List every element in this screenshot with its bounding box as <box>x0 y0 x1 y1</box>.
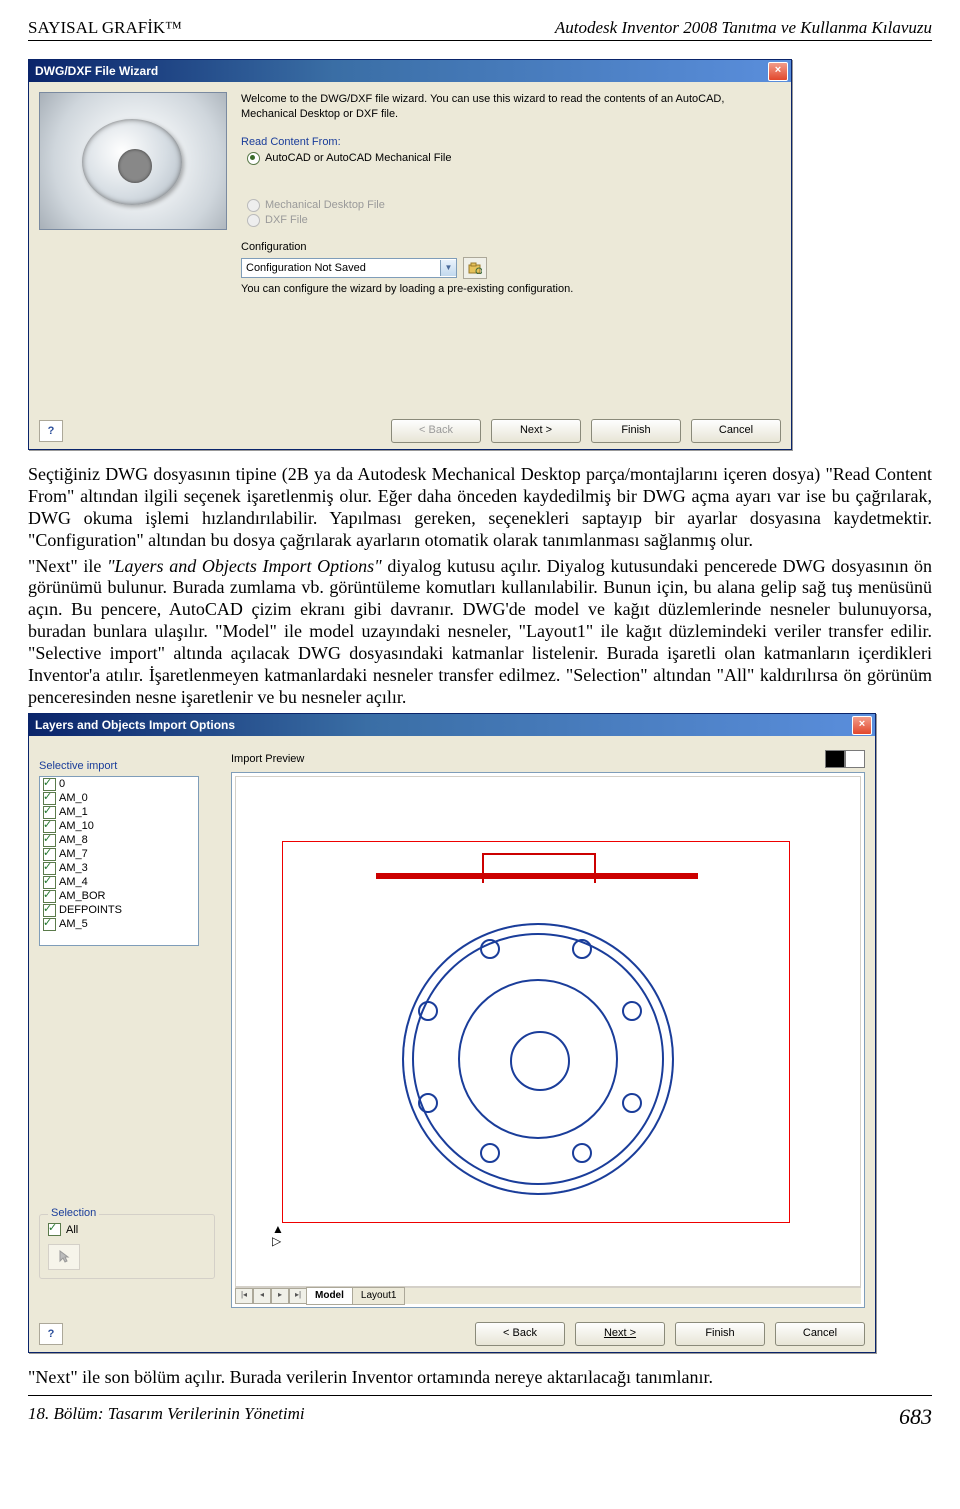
list-item[interactable]: AM_5 <box>40 917 198 931</box>
header-left: SAYISAL GRAFİK™ <box>28 18 182 38</box>
tab-model[interactable]: Model <box>306 1287 353 1305</box>
list-item[interactable]: AM_10 <box>40 819 198 833</box>
tab-last-icon[interactable]: ▸| <box>289 1288 307 1304</box>
footer-page-number: 683 <box>899 1404 932 1430</box>
dialog-title: DWG/DXF File Wizard <box>35 64 158 78</box>
dialog-button-row: ? < Back Next > Finish Cancel <box>29 413 791 449</box>
footer-rule <box>28 1395 932 1396</box>
radio-dxf: DXF File <box>247 214 781 227</box>
swatch-white[interactable] <box>845 750 865 768</box>
layers-import-options-dialog: Layers and Objects Import Options × Sele… <box>28 713 876 1353</box>
dialog-button-row: ? < Back Next > Finish Cancel <box>29 1316 875 1352</box>
back-button: < Back <box>391 419 481 443</box>
rotor-drawing <box>402 923 674 1195</box>
background-toggle[interactable] <box>825 750 865 768</box>
list-item[interactable]: AM_4 <box>40 875 198 889</box>
radio-icon <box>247 214 260 227</box>
back-button[interactable]: < Back <box>475 1322 565 1346</box>
radio-label: Mechanical Desktop File <box>265 199 385 211</box>
cancel-button[interactable]: Cancel <box>775 1322 865 1346</box>
next-button[interactable]: Next > <box>491 419 581 443</box>
page-header: SAYISAL GRAFİK™ Autodesk Inventor 2008 T… <box>28 18 932 38</box>
dwg-file-wizard-dialog: DWG/DXF File Wizard × Welcome to the DWG… <box>28 59 792 450</box>
list-item[interactable]: AM_3 <box>40 861 198 875</box>
selection-group-label: Selection <box>48 1207 99 1219</box>
finish-button[interactable]: Finish <box>591 419 681 443</box>
tab-layout1[interactable]: Layout1 <box>352 1287 406 1305</box>
close-icon[interactable]: × <box>852 716 872 735</box>
help-button[interactable]: ? <box>39 1323 63 1345</box>
list-item[interactable]: AM_7 <box>40 847 198 861</box>
layers-listbox[interactable]: 0 AM_0 AM_1 AM_10 AM_8 AM_7 AM_3 AM_4 AM… <box>39 776 199 946</box>
paragraph-1: Seçtiğiniz DWG dosyasının tipine (2B ya … <box>28 464 932 552</box>
checkbox-icon[interactable] <box>48 1223 61 1236</box>
help-button[interactable]: ? <box>39 420 63 442</box>
radio-icon <box>247 199 260 212</box>
configuration-label: Configuration <box>241 241 781 253</box>
tab-bar: |◂ ◂ ▸ ▸| Model Layout1 <box>235 1287 861 1304</box>
preview-canvas[interactable]: ▲ ▷ <box>235 776 861 1287</box>
left-column: Selective import 0 AM_0 AM_1 AM_10 AM_8 … <box>39 750 215 1308</box>
list-item[interactable]: 0 <box>40 777 198 791</box>
page-footer: 18. Bölüm: Tasarım Verilerinin Yönetimi … <box>28 1404 932 1430</box>
radio-autocad[interactable]: AutoCAD or AutoCAD Mechanical File <box>247 152 781 165</box>
axis-indicator: ▷ <box>272 1234 281 1248</box>
configuration-combo[interactable]: Configuration Not Saved ▼ <box>241 258 457 278</box>
radio-mdt: Mechanical Desktop File <box>247 199 781 212</box>
wizard-intro-text: Welcome to the DWG/DXF file wizard. You … <box>241 92 781 122</box>
selection-group: Selection All <box>39 1214 215 1279</box>
cancel-button[interactable]: Cancel <box>691 419 781 443</box>
configuration-hint: You can configure the wizard by loading … <box>241 283 781 295</box>
swatch-black[interactable] <box>825 750 845 768</box>
list-item[interactable]: AM_8 <box>40 833 198 847</box>
flange-section <box>376 853 698 899</box>
preview-column: Import Preview <box>231 750 865 1308</box>
tab-next-icon[interactable]: ▸ <box>271 1288 289 1304</box>
close-icon[interactable]: × <box>768 62 788 81</box>
tab-first-icon[interactable]: |◂ <box>235 1288 253 1304</box>
browse-button[interactable] <box>463 257 487 279</box>
list-item[interactable]: AM_BOR <box>40 889 198 903</box>
dialog-title: Layers and Objects Import Options <box>35 718 235 732</box>
radio-label: DXF File <box>265 214 308 226</box>
next-button[interactable]: Next > <box>575 1322 665 1346</box>
titlebar[interactable]: Layers and Objects Import Options × <box>29 714 875 736</box>
combo-value: Configuration Not Saved <box>246 262 366 274</box>
preview-thumbnail <box>39 92 227 230</box>
selection-all-checkbox[interactable]: All <box>48 1223 206 1236</box>
selective-import-label: Selective import <box>39 760 215 772</box>
preview-canvas-wrap: ▲ ▷ |◂ ◂ ▸ ▸| Model Layout1 <box>231 772 865 1308</box>
import-preview-label: Import Preview <box>231 753 304 765</box>
header-right: Autodesk Inventor 2008 Tanıtma ve Kullan… <box>555 18 932 38</box>
footer-chapter: 18. Bölüm: Tasarım Verilerinin Yönetimi <box>28 1404 305 1430</box>
checkbox-icon[interactable] <box>43 918 56 931</box>
pick-cursor-button <box>48 1244 80 1270</box>
radio-label: AutoCAD or AutoCAD Mechanical File <box>265 152 451 164</box>
paragraph-2: "Next" ile "Layers and Objects Import Op… <box>28 556 932 710</box>
chevron-down-icon[interactable]: ▼ <box>440 260 456 276</box>
header-rule <box>28 40 932 41</box>
radio-icon <box>247 152 260 165</box>
list-item[interactable]: DEFPOINTS <box>40 903 198 917</box>
titlebar[interactable]: DWG/DXF File Wizard × <box>29 60 791 82</box>
list-item[interactable]: AM_0 <box>40 791 198 805</box>
finish-button[interactable]: Finish <box>675 1322 765 1346</box>
tab-prev-icon[interactable]: ◂ <box>253 1288 271 1304</box>
paragraph-3: "Next" ile son bölüm açılır. Burada veri… <box>28 1367 932 1389</box>
list-item[interactable]: AM_1 <box>40 805 198 819</box>
read-content-label: Read Content From: <box>241 136 781 148</box>
